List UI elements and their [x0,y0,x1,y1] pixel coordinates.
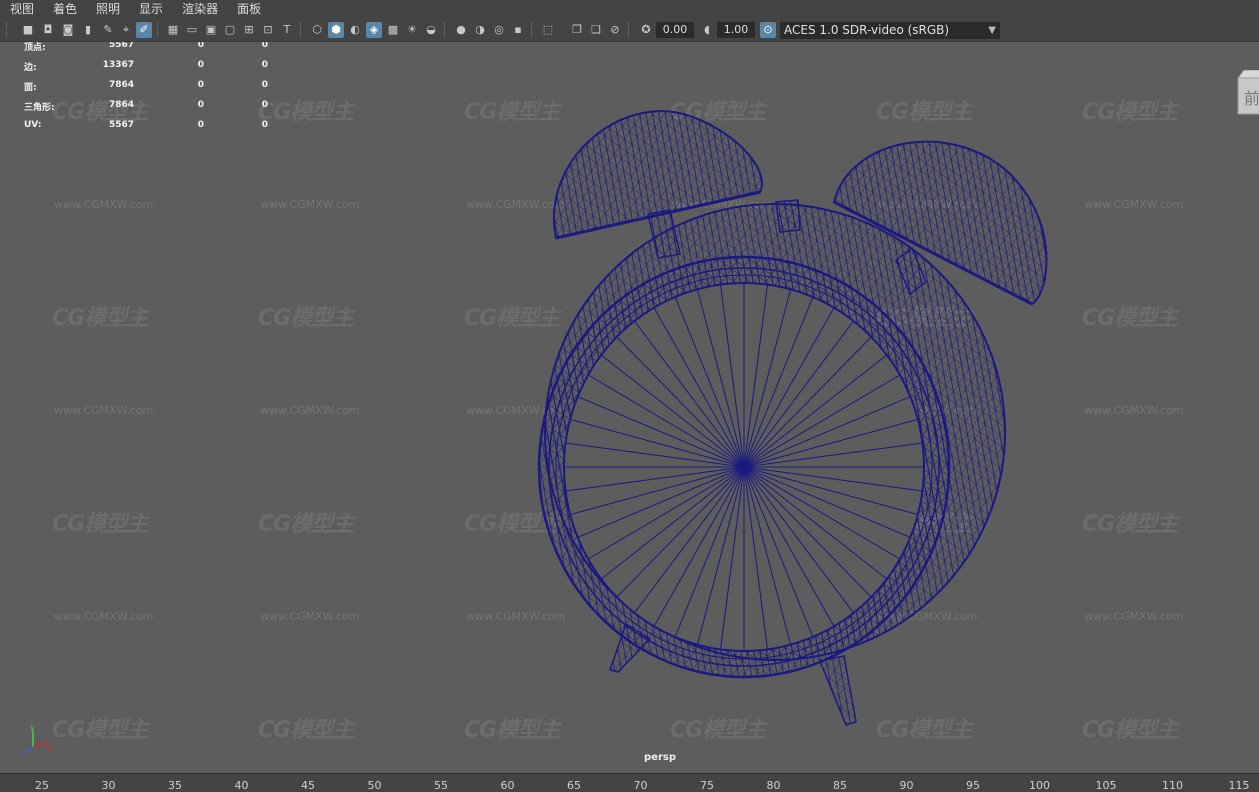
ruler-tick-label: 110 [1162,779,1183,792]
multisample-aa-icon[interactable]: ◑ [472,22,488,38]
ruler-tick-label: 55 [434,779,448,792]
toolbar-separator [444,23,447,37]
bookmark-icon[interactable]: ◙ [60,22,76,38]
ruler-tick-label: 100 [1029,779,1050,792]
grid-icon[interactable]: ▦ [165,22,181,38]
motion-blur-icon[interactable]: ● [453,22,469,38]
ruler-tick-label: 75 [700,779,714,792]
image-plane-icon[interactable]: ▮ [80,22,96,38]
colorspace-icon[interactable]: ⊙ [760,22,776,38]
wireframe-on-shaded-icon[interactable]: ◐ [347,22,363,38]
viewcube-front-label: 前 [1244,89,1259,108]
exposure-field[interactable]: 0.00 [656,22,694,38]
ruler-tick-label: 65 [567,779,581,792]
textured-icon[interactable]: ◈ [366,22,382,38]
toolbar-separator [628,23,631,37]
xray-icon[interactable]: ⬚ [540,22,556,38]
menu-show[interactable]: 显示 [139,0,163,19]
axis-gizmo: y x z [22,723,52,756]
isolate-select-icon[interactable]: ▪ [510,22,526,38]
winding-key [775,199,801,233]
view-transform-label: ACES 1.0 SDR-video (sRGB) [784,23,950,37]
gate-mask-icon[interactable]: ▢ [222,22,238,38]
menu-view[interactable]: 视图 [10,0,34,19]
exposure-icon[interactable]: ✪ [638,22,654,38]
ruler-tick-label: 70 [633,779,648,792]
ruler-tick-label: 40 [234,779,249,792]
clock-face-spokes [564,283,924,651]
camera-select-icon[interactable]: ■ [20,22,36,38]
grease-pencil-icon[interactable]: ✎ [100,22,116,38]
field-chart-icon[interactable]: ⊞ [241,22,257,38]
panel-toolbar: ■ ◘ ◙ ▮ ✎ ⌖ ✐ ▦ ▭ ▣ ▢ ⊞ ⊡ T ⬡ ⬢ ◐ ◈ ▩ ☀ … [0,19,1259,42]
menu-shading[interactable]: 着色 [53,0,77,19]
ruler-tick-label: 50 [367,779,382,792]
safe-title-icon[interactable]: T [279,22,295,38]
alarm-clock-wireframe [537,110,1048,726]
gamma-icon[interactable]: ◖ [699,22,715,38]
screen-space-ao-icon[interactable]: ◒ [423,22,439,38]
view-transform-dropdown[interactable]: ACES 1.0 SDR-video (sRGB) ▼ [780,22,1000,39]
axis-x-label: x [47,744,52,753]
ruler-tick-label: 80 [766,779,781,792]
2d-pan-zoom-icon[interactable]: ⌖ [118,22,134,38]
resolution-gate-icon[interactable]: ▣ [203,22,219,38]
depth-of-field-icon[interactable]: ◎ [491,22,507,38]
xray-joints-icon[interactable]: ❏ [588,22,604,38]
ruler-tick-label: 30 [101,779,116,792]
safe-action-icon[interactable]: ⊡ [260,22,276,38]
ruler-tick-label: 90 [899,779,914,792]
toolbar-separator [157,23,160,37]
viewport-menu-bar: 视图 着色 照明 显示 渲染器 面板 [0,0,1259,19]
ruler-tick-label: 45 [301,779,315,792]
toolbar-separator [300,23,303,37]
camera-name-label: persp [644,752,676,763]
use-lights-icon[interactable]: ▩ [385,22,401,38]
clock-leg-right [818,655,857,726]
viewcube[interactable]: 前 [1234,70,1259,116]
persp-viewport[interactable]: CG模型主 www.CGMXW.com CG模型主 www.CGMXW.com CG模型… [0,42,1259,773]
camera-attrs-icon[interactable]: ◘ [40,22,56,38]
toolbar-separator [531,23,534,37]
time-slider-ruler[interactable]: 25 30 35 40 45 50 55 60 65 70 75 80 85 90 95 100 105 110 1… [0,773,1259,792]
ruler-tick-label: 115 [1228,779,1250,792]
chevron-down-icon: ▼ [988,25,996,36]
toolbar-separator [6,23,9,37]
menu-lighting[interactable]: 照明 [96,0,120,19]
axis-z-label: z [22,749,26,756]
menu-panels[interactable]: 面板 [237,0,261,19]
ruler-tick-label: 85 [833,779,847,792]
ruler-tick-label: 95 [966,779,980,792]
ruler-tick-label: 25 [35,779,49,792]
menu-renderer[interactable]: 渲染器 [182,0,218,19]
shadows-icon[interactable]: ☀ [404,22,420,38]
film-gate-icon[interactable]: ▭ [184,22,200,38]
xray-active-icon[interactable]: ❐ [569,22,585,38]
ruler-tick-label: 105 [1095,779,1117,792]
ruler-tick-label: 60 [500,779,515,792]
xray-components-icon[interactable]: ⊘ [607,22,623,38]
wireframe-icon[interactable]: ⬡ [309,22,325,38]
ruler-tick-label: 35 [168,779,182,792]
axis-y-label: y [30,723,35,732]
gamma-field[interactable]: 1.00 [717,22,755,38]
grease-pencil-active-icon[interactable]: ✐ [136,22,152,38]
smooth-shade-icon[interactable]: ⬢ [328,22,344,38]
